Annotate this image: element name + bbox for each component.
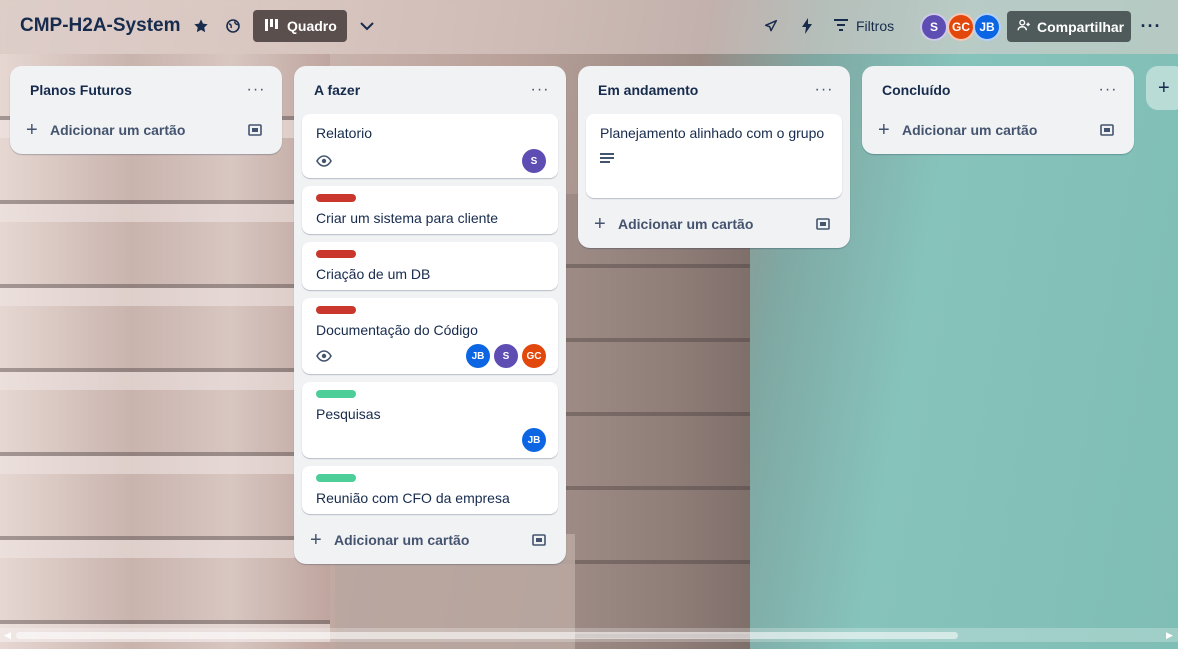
list-title[interactable]: A fazer — [314, 82, 360, 98]
plus-icon: + — [26, 119, 38, 141]
add-card-label: Adicionar um cartão — [902, 122, 1038, 138]
card-footer: S — [316, 149, 546, 173]
plus-icon: + — [878, 119, 890, 141]
add-card-label: Adicionar um cartão — [50, 122, 186, 138]
card-footer: JB S GC — [316, 344, 546, 368]
add-list-button[interactable]: + — [1146, 66, 1178, 110]
list-menu-icon[interactable]: ··· — [526, 76, 554, 104]
card-criacao-db[interactable]: Criação de um DB — [302, 242, 558, 290]
list-menu-icon[interactable]: ··· — [242, 76, 270, 104]
card-members: JB — [522, 428, 546, 452]
create-from-template-icon[interactable] — [248, 124, 262, 136]
list-em-andamento: Em andamento ··· Planejamento alinhado c… — [578, 66, 850, 248]
list-header: A fazer ··· — [294, 66, 566, 114]
list-concluido: Concluído ··· + Adicionar um cartão — [862, 66, 1134, 154]
card-documentacao[interactable]: Documentação do Código JB S GC — [302, 298, 558, 374]
card-list: Relatorio S Criar um sistema para client… — [294, 114, 566, 514]
card-title: Relatorio — [316, 125, 373, 141]
lightning-icon[interactable] — [796, 15, 818, 37]
label-red[interactable] — [316, 194, 356, 202]
member-avatar-s[interactable]: S — [522, 149, 546, 173]
card-title: Planejamento alinhado com o grupo — [600, 125, 825, 141]
background-tower — [560, 194, 750, 649]
member-avatar-gc[interactable]: GC — [522, 344, 546, 368]
filter-label: Filtros — [856, 18, 895, 34]
board-view-button[interactable]: Quadro — [253, 10, 347, 42]
card-reuniao-cfo[interactable]: Reunião com CFO da empresa — [302, 466, 558, 514]
member-avatar-s[interactable]: S — [494, 344, 518, 368]
add-person-icon — [1017, 18, 1031, 35]
label-red[interactable] — [316, 306, 356, 314]
card-list: Planejamento alinhado com o grupo — [578, 114, 850, 198]
horizontal-scrollbar[interactable]: ◀ ▶ — [0, 628, 1178, 642]
create-from-template-icon[interactable] — [1100, 124, 1114, 136]
globe-icon[interactable] — [222, 15, 244, 37]
list-title[interactable]: Planos Futuros — [30, 82, 132, 98]
add-card-button[interactable]: + Adicionar um cartão — [594, 214, 753, 234]
label-green[interactable] — [316, 474, 356, 482]
card-footer: JB — [316, 428, 546, 452]
board-view-icon — [265, 18, 279, 34]
add-card-row: + Adicionar um cartão — [10, 108, 282, 152]
board-view-label: Quadro — [287, 18, 337, 34]
card-title: Pesquisas — [316, 406, 381, 422]
board-header: CMP-H2A-System Quadro Filtros S GC JB Co… — [0, 0, 1178, 54]
plus-icon: + — [1158, 76, 1170, 99]
board-title[interactable]: CMP-H2A-System — [20, 15, 180, 37]
eye-icon — [316, 350, 332, 362]
add-card-label: Adicionar um cartão — [334, 532, 470, 548]
card-title: Reunião com CFO da empresa — [316, 490, 510, 506]
add-card-label: Adicionar um cartão — [618, 216, 754, 232]
share-label: Compartilhar — [1037, 18, 1125, 35]
member-avatar-jb[interactable]: JB — [466, 344, 490, 368]
add-card-row: + Adicionar um cartão — [578, 202, 850, 246]
card-title: Criação de um DB — [316, 266, 431, 282]
list-planos-futuros: Planos Futuros ··· + Adicionar um cartão — [10, 66, 282, 154]
add-card-button[interactable]: + Adicionar um cartão — [310, 530, 469, 550]
share-button[interactable]: Compartilhar — [1007, 11, 1131, 42]
list-a-fazer: A fazer ··· Relatorio S Criar um sistema… — [294, 66, 566, 564]
card-criar-sistema[interactable]: Criar um sistema para cliente — [302, 186, 558, 234]
card-members: S — [522, 149, 546, 173]
filter-button[interactable]: Filtros — [834, 14, 894, 38]
scroll-right-arrow-icon[interactable]: ▶ — [1166, 630, 1173, 641]
list-title[interactable]: Concluído — [882, 82, 950, 98]
create-from-template-icon[interactable] — [816, 218, 830, 230]
card-footer — [600, 147, 830, 171]
list-menu-icon[interactable]: ··· — [810, 76, 838, 104]
card-title: Documentação do Código — [316, 322, 478, 338]
header-avatar-s[interactable]: S — [920, 13, 948, 41]
list-header: Concluído ··· — [862, 66, 1134, 114]
list-title[interactable]: Em andamento — [598, 82, 698, 98]
add-card-button[interactable]: + Adicionar um cartão — [878, 120, 1037, 140]
card-planejamento[interactable]: Planejamento alinhado com o grupo — [586, 114, 842, 198]
card-members: JB S GC — [466, 344, 546, 368]
plus-icon: + — [594, 213, 606, 235]
rocket-icon[interactable] — [760, 15, 782, 37]
create-from-template-icon[interactable] — [532, 534, 546, 546]
list-menu-icon[interactable]: ··· — [1094, 76, 1122, 104]
more-icon[interactable]: ··· — [1140, 15, 1162, 37]
label-red[interactable] — [316, 250, 356, 258]
label-green[interactable] — [316, 390, 356, 398]
card-relatorio[interactable]: Relatorio S — [302, 114, 558, 178]
add-card-row: + Adicionar um cartão — [294, 518, 566, 562]
card-pesquisas[interactable]: Pesquisas JB — [302, 382, 558, 458]
list-header: Em andamento ··· — [578, 66, 850, 114]
member-avatar-jb[interactable]: JB — [522, 428, 546, 452]
header-avatar-jb[interactable]: JB — [973, 13, 1001, 41]
filter-icon — [834, 18, 848, 34]
chevron-down-icon[interactable] — [356, 15, 378, 37]
description-icon — [600, 153, 614, 165]
add-card-button[interactable]: + Adicionar um cartão — [26, 120, 185, 140]
list-header: Planos Futuros ··· — [10, 66, 282, 114]
scrollbar-thumb[interactable] — [16, 632, 958, 639]
header-avatar-gc[interactable]: GC — [947, 13, 975, 41]
card-title: Criar um sistema para cliente — [316, 210, 499, 226]
eye-icon — [316, 155, 332, 167]
add-card-row: + Adicionar um cartão — [862, 108, 1134, 152]
scroll-left-arrow-icon[interactable]: ◀ — [4, 630, 11, 641]
star-icon[interactable] — [190, 15, 212, 37]
plus-icon: + — [310, 529, 322, 551]
